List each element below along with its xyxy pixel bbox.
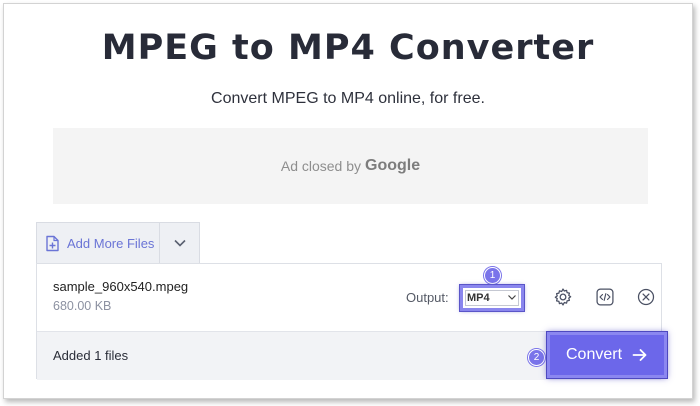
file-name: sample_960x540.mpeg xyxy=(53,279,189,294)
output-format-select[interactable]: MP4 xyxy=(460,285,524,311)
page-frame: MPEG to MP4 Converter Convert MPEG to MP… xyxy=(3,3,693,399)
added-files-count: Added 1 files xyxy=(53,348,129,363)
step-badge-2: 2 xyxy=(528,349,545,366)
gear-icon xyxy=(553,287,573,312)
page-title: MPEG to MP4 Converter xyxy=(101,28,595,68)
card-footer: Added 1 files 2 Convert xyxy=(37,331,667,380)
close-circle-icon xyxy=(636,287,656,312)
output-label: Output: xyxy=(406,290,449,305)
file-size: 680.00 KB xyxy=(53,299,112,313)
google-logo-text: Google xyxy=(365,157,421,174)
add-files-group: Add More Files xyxy=(36,222,200,264)
add-more-files-label: Add More Files xyxy=(67,236,155,251)
ad-closed-text: Ad closed by xyxy=(280,158,362,174)
page-subtitle: Convert MPEG to MP4 online, for free. xyxy=(211,90,485,107)
settings-button[interactable] xyxy=(551,287,575,311)
arrow-right-icon xyxy=(632,348,648,362)
chevron-down-icon xyxy=(507,292,517,304)
add-more-files-button[interactable]: Add More Files xyxy=(37,223,160,264)
chevron-down-icon xyxy=(173,235,187,253)
file-item-card: sample_960x540.mpeg 680.00 KB Output: 1 … xyxy=(36,263,667,380)
ad-placeholder: Ad closed by Google xyxy=(53,128,648,204)
output-format-value: MP4 xyxy=(467,292,490,304)
file-plus-icon xyxy=(45,235,60,252)
convert-button[interactable]: Convert xyxy=(547,332,667,378)
embed-code-button[interactable] xyxy=(593,287,617,311)
code-icon xyxy=(595,287,615,312)
add-files-dropdown-button[interactable] xyxy=(160,223,199,264)
remove-file-button[interactable] xyxy=(634,287,658,311)
step-badge-1: 1 xyxy=(484,267,501,284)
convert-label: Convert xyxy=(565,346,623,363)
